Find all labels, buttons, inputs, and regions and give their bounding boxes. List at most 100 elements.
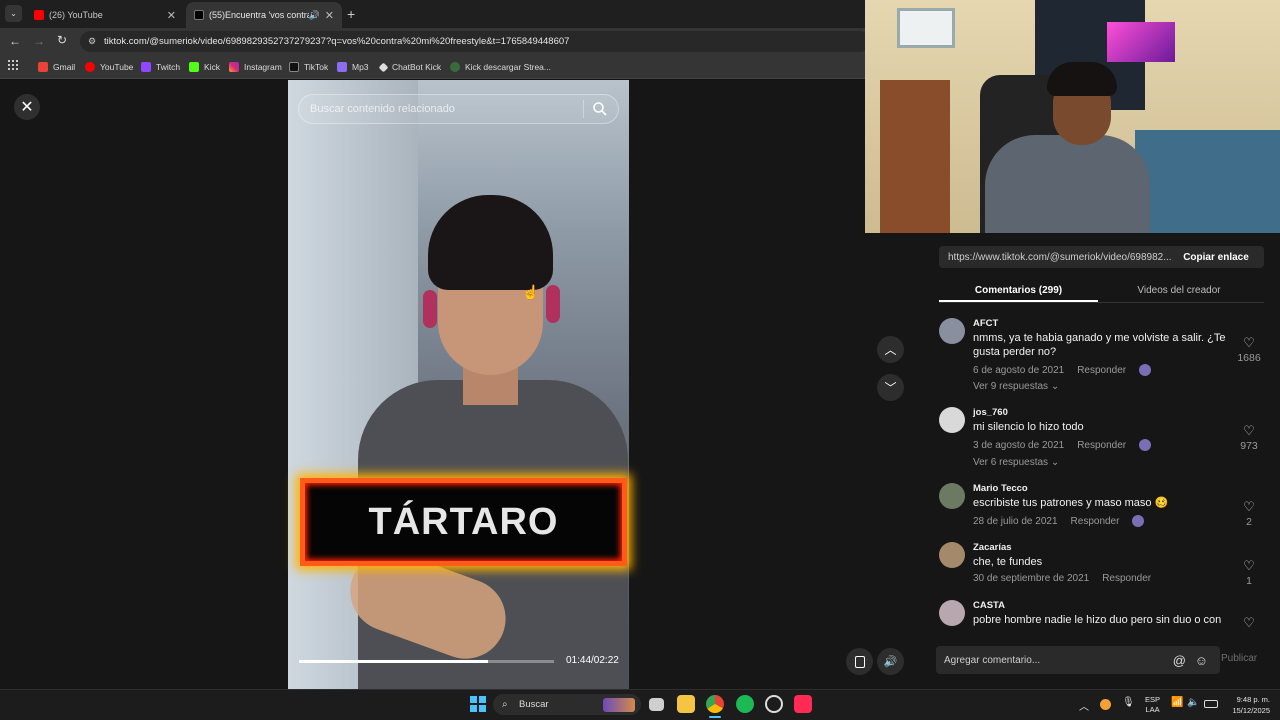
like-button[interactable]: ♡ 973 — [1235, 422, 1263, 452]
tab-tiktok[interactable]: (55)Encuentra 'vos contra m 🔊 ✕ — [186, 2, 342, 28]
creator-liked-avatar — [1132, 515, 1145, 527]
reply-button[interactable]: Responder — [1102, 573, 1151, 584]
chrome-icon[interactable] — [706, 695, 724, 713]
comment-text: mi silencio lo hizo todo — [973, 421, 1084, 433]
address-bar[interactable]: ⚙ tiktok.com/@sumeriok/video/69898293527… — [80, 31, 870, 52]
chevron-down-icon: ⌄ — [1050, 381, 1060, 392]
reply-button[interactable]: Responder — [1077, 365, 1126, 376]
close-tab-icon[interactable]: ✕ — [325, 9, 334, 22]
comment-username[interactable]: Mario Tecco — [973, 483, 1028, 494]
related-search-input[interactable]: Buscar contenido relacionado — [298, 94, 619, 124]
close-tab-icon[interactable]: ✕ — [167, 9, 176, 22]
bookmark-kick-descargar[interactable]: Kick descargar Strea... — [450, 59, 551, 75]
volume-icon[interactable]: 🔈 — [1187, 697, 1199, 708]
video-time: 01:44/02:22 — [566, 655, 619, 666]
windows-start-icon[interactable] — [470, 696, 486, 712]
heart-icon: ♡ — [1243, 335, 1255, 350]
headphone-left — [423, 290, 437, 328]
close-icon: ✕ — [20, 99, 34, 116]
floating-player-button[interactable] — [846, 648, 873, 675]
avatar[interactable] — [939, 542, 965, 568]
bookmark-chatbot-kick[interactable]: ChatBot Kick — [378, 59, 442, 75]
bookmark-label: ChatBot Kick — [392, 62, 442, 72]
webcam-person-hair — [1047, 62, 1117, 96]
view-replies-button[interactable]: Ver 9 respuestas ⌄ — [973, 381, 1059, 392]
bookmark-tiktok[interactable]: TikTok — [289, 59, 328, 75]
close-video-button[interactable]: ✕ — [14, 94, 40, 120]
previous-video-button[interactable]: ︿ — [877, 336, 904, 363]
publish-button[interactable]: Publicar — [1221, 653, 1257, 664]
clock[interactable]: 9:48 p. m. 15/12/2025 — [1226, 694, 1270, 716]
microphone-icon[interactable]: 🎙 — [1122, 697, 1135, 708]
copy-link-button[interactable]: Copiar enlace — [1176, 246, 1256, 268]
bookmark-twitch[interactable]: Twitch — [141, 59, 180, 75]
emoji-icon[interactable]: ☺ — [1195, 653, 1208, 668]
comment-username[interactable]: Zacarías — [973, 542, 1012, 553]
youtube-icon — [34, 10, 44, 20]
bookmark-youtube[interactable]: YouTube — [85, 59, 133, 75]
volume-button[interactable]: 🔊 — [877, 648, 904, 675]
comment-username[interactable]: jos_760 — [973, 407, 1008, 418]
bookmark-instagram[interactable]: Instagram — [229, 59, 282, 75]
comment-username[interactable]: CASTA — [973, 600, 1005, 611]
taskbar-search[interactable]: ⌕ Buscar — [493, 694, 641, 715]
webcam-overlay — [865, 0, 1280, 233]
tray-overflow-icon[interactable]: ︿ — [1079, 698, 1089, 713]
battery-icon[interactable] — [1204, 700, 1218, 708]
new-tab-button[interactable]: + — [347, 6, 355, 22]
wifi-icon[interactable]: 📶 — [1171, 697, 1183, 708]
mp3-icon — [337, 62, 347, 72]
comment-text: che, te fundes — [973, 556, 1043, 568]
tab-search-button[interactable]: ⌄ — [5, 5, 22, 22]
back-icon[interactable]: ← — [9, 34, 21, 48]
forward-icon[interactable]: → — [33, 34, 45, 48]
tiktok-icon — [289, 62, 299, 72]
reply-button[interactable]: Responder — [1071, 516, 1120, 527]
mention-icon[interactable]: @ — [1173, 653, 1186, 668]
creator-liked-avatar — [1139, 364, 1152, 376]
speaker-icon[interactable]: 🔊 — [309, 10, 320, 21]
heart-icon: ♡ — [1243, 499, 1255, 514]
file-explorer-icon[interactable] — [677, 695, 695, 713]
youtube-icon — [85, 62, 95, 72]
tray-app-icon[interactable] — [1100, 699, 1111, 710]
bookmark-mp3[interactable]: Mp3 — [337, 59, 369, 75]
comment-username[interactable]: AFCT — [973, 318, 998, 329]
comment-meta: 28 de julio de 2021 Responder — [973, 515, 1145, 527]
like-button[interactable]: ♡ 2 — [1235, 498, 1263, 528]
next-video-button[interactable]: ﹀ — [877, 374, 904, 401]
language-indicator[interactable]: ESP LAA — [1145, 695, 1160, 715]
bookmark-gmail[interactable]: Gmail — [38, 59, 75, 75]
tiktok-app-icon[interactable] — [794, 695, 812, 713]
avatar[interactable] — [939, 600, 965, 626]
mini-player-icon — [854, 655, 865, 668]
instagram-icon — [229, 62, 239, 72]
tab-youtube[interactable]: (26) YouTube ✕ — [26, 2, 184, 28]
like-button[interactable]: ♡ — [1235, 614, 1263, 630]
comment-text: escribiste tus patrones y maso maso 🥴 — [973, 497, 1169, 509]
reply-button[interactable]: Responder — [1077, 440, 1126, 451]
like-button[interactable]: ♡ 1686 — [1235, 334, 1263, 364]
tab-creator-videos[interactable]: Videos del creador — [1098, 278, 1260, 302]
tiktok-icon — [194, 10, 204, 20]
bookmark-kick[interactable]: Kick — [189, 59, 220, 75]
comment-input[interactable]: Agregar comentario... @ ☺ — [936, 646, 1220, 674]
video-player[interactable] — [288, 80, 629, 689]
like-button[interactable]: ♡ 1 — [1235, 557, 1263, 587]
task-view-icon[interactable] — [649, 698, 664, 711]
site-info-icon[interactable]: ⚙ — [88, 36, 96, 47]
webcam-window — [897, 8, 955, 48]
spotify-icon[interactable] — [736, 695, 754, 713]
apps-grid-icon[interactable] — [8, 60, 18, 70]
tab-comments[interactable]: Comentarios (299) — [939, 278, 1098, 302]
view-replies-label: Ver 9 respuestas — [973, 381, 1049, 392]
streaming-app-icon[interactable] — [765, 695, 783, 713]
search-icon[interactable] — [592, 101, 608, 117]
headphone-right — [546, 285, 560, 323]
avatar[interactable] — [939, 407, 965, 433]
comment-date: 30 de septiembre de 2021 — [973, 573, 1090, 584]
avatar[interactable] — [939, 483, 965, 509]
avatar[interactable] — [939, 318, 965, 344]
view-replies-button[interactable]: Ver 6 respuestas ⌄ — [973, 457, 1059, 468]
reload-icon[interactable]: ↻ — [57, 33, 67, 47]
